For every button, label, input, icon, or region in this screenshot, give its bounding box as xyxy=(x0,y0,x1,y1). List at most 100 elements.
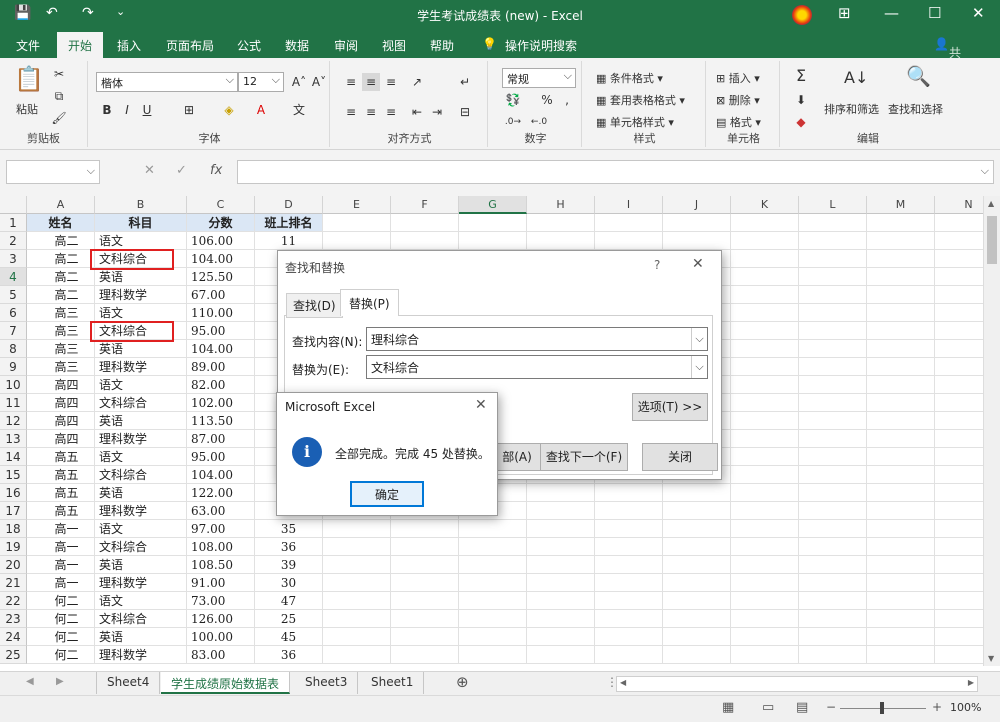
cell[interactable] xyxy=(731,466,799,484)
cell[interactable] xyxy=(527,538,595,556)
cell[interactable] xyxy=(867,268,935,286)
cell[interactable] xyxy=(731,232,799,250)
cell[interactable]: 97.00 xyxy=(187,520,255,538)
clear-icon[interactable]: ◆ xyxy=(792,113,810,131)
cell[interactable]: 高二 xyxy=(27,232,95,250)
insert-cells-button[interactable]: ⊞ 插入 ▾ xyxy=(716,70,760,86)
cell[interactable] xyxy=(799,466,867,484)
cell[interactable] xyxy=(527,574,595,592)
cell[interactable] xyxy=(663,646,731,664)
cell[interactable] xyxy=(527,214,595,232)
cell[interactable] xyxy=(527,556,595,574)
cell[interactable] xyxy=(935,322,983,340)
cell[interactable] xyxy=(935,286,983,304)
cell[interactable]: 104.00 xyxy=(187,250,255,268)
cell[interactable] xyxy=(799,610,867,628)
cell[interactable] xyxy=(935,430,983,448)
cell[interactable] xyxy=(595,538,663,556)
cell[interactable] xyxy=(799,484,867,502)
cell[interactable] xyxy=(731,448,799,466)
cell[interactable] xyxy=(867,466,935,484)
cell[interactable] xyxy=(731,484,799,502)
cell[interactable] xyxy=(731,376,799,394)
cell[interactable] xyxy=(867,556,935,574)
row-header[interactable]: 16 xyxy=(0,484,27,502)
prev-sheet-icon[interactable]: ◀ xyxy=(26,676,34,687)
row-header[interactable]: 11 xyxy=(0,394,27,412)
column-header[interactable]: G xyxy=(459,196,527,214)
cell[interactable] xyxy=(527,520,595,538)
page-layout-view-icon[interactable]: ▭ xyxy=(762,700,774,715)
cell[interactable] xyxy=(731,268,799,286)
row-header[interactable]: 3 xyxy=(0,250,27,268)
cell[interactable]: 英语 xyxy=(95,412,187,430)
comma-button[interactable]: , xyxy=(558,91,576,109)
zoom-in-icon[interactable]: + xyxy=(932,700,942,714)
cell[interactable]: 英语 xyxy=(95,628,187,646)
row-header[interactable]: 4 xyxy=(0,268,27,286)
cell[interactable]: 理科数学 xyxy=(95,358,187,376)
shrink-font-icon[interactable]: A˅ xyxy=(310,73,328,91)
add-sheet-icon[interactable]: ⊕ xyxy=(456,673,469,691)
cell[interactable]: 理科数学 xyxy=(95,646,187,664)
column-header[interactable]: D xyxy=(255,196,323,214)
cell[interactable]: 高五 xyxy=(27,502,95,520)
name-box[interactable] xyxy=(6,160,100,184)
cell[interactable]: 36 xyxy=(255,538,323,556)
column-header[interactable]: L xyxy=(799,196,867,214)
cell[interactable]: 63.00 xyxy=(187,502,255,520)
border-icon[interactable]: ⊞ xyxy=(180,101,198,119)
row-header[interactable]: 23 xyxy=(0,610,27,628)
cell[interactable] xyxy=(595,484,663,502)
percent-button[interactable]: % xyxy=(538,91,556,109)
cell[interactable] xyxy=(663,574,731,592)
cell[interactable] xyxy=(527,502,595,520)
cell[interactable]: 英语 xyxy=(95,484,187,502)
cell[interactable]: 高二 xyxy=(27,268,95,286)
cell[interactable] xyxy=(391,214,459,232)
cell[interactable] xyxy=(663,502,731,520)
cell[interactable] xyxy=(867,610,935,628)
cell[interactable] xyxy=(867,484,935,502)
cell[interactable] xyxy=(935,484,983,502)
cell[interactable]: 姓名 xyxy=(27,214,95,232)
row-header[interactable]: 13 xyxy=(0,430,27,448)
cell[interactable] xyxy=(527,628,595,646)
format-as-table-button[interactable]: ▦ 套用表格格式 ▾ xyxy=(596,92,685,108)
cell[interactable] xyxy=(935,448,983,466)
column-header[interactable]: C xyxy=(187,196,255,214)
cell[interactable] xyxy=(799,286,867,304)
cell[interactable] xyxy=(527,484,595,502)
cell[interactable] xyxy=(799,322,867,340)
cell[interactable] xyxy=(867,430,935,448)
column-header[interactable]: F xyxy=(391,196,459,214)
sort-filter-icon[interactable]: A↓ xyxy=(844,69,868,87)
cell[interactable] xyxy=(595,232,663,250)
row-header[interactable]: 25 xyxy=(0,646,27,664)
row-header[interactable]: 10 xyxy=(0,376,27,394)
tab-review[interactable]: 审阅 xyxy=(334,37,358,54)
cell[interactable]: 95.00 xyxy=(187,322,255,340)
align-top-icon[interactable]: ≡ xyxy=(342,73,360,91)
cell[interactable] xyxy=(731,628,799,646)
cell[interactable] xyxy=(663,556,731,574)
underline-button[interactable]: U xyxy=(138,101,156,119)
cell[interactable] xyxy=(323,592,391,610)
cell[interactable] xyxy=(391,646,459,664)
grow-font-icon[interactable]: A˄ xyxy=(290,73,308,91)
cell[interactable] xyxy=(799,430,867,448)
row-header[interactable]: 1 xyxy=(0,214,27,232)
cell[interactable]: 英语 xyxy=(95,556,187,574)
column-header[interactable]: B xyxy=(95,196,187,214)
cell[interactable] xyxy=(663,538,731,556)
cell[interactable] xyxy=(323,574,391,592)
cell[interactable] xyxy=(527,610,595,628)
cell[interactable] xyxy=(459,520,527,538)
find-what-input[interactable]: 理科综合 ⌵ xyxy=(366,327,708,351)
cell[interactable] xyxy=(799,250,867,268)
cell[interactable]: 高一 xyxy=(27,556,95,574)
ribbon-display-icon[interactable]: ⊞ xyxy=(838,4,851,22)
cell[interactable] xyxy=(459,538,527,556)
increase-indent-icon[interactable]: ⇥ xyxy=(428,103,446,121)
cell[interactable] xyxy=(595,628,663,646)
